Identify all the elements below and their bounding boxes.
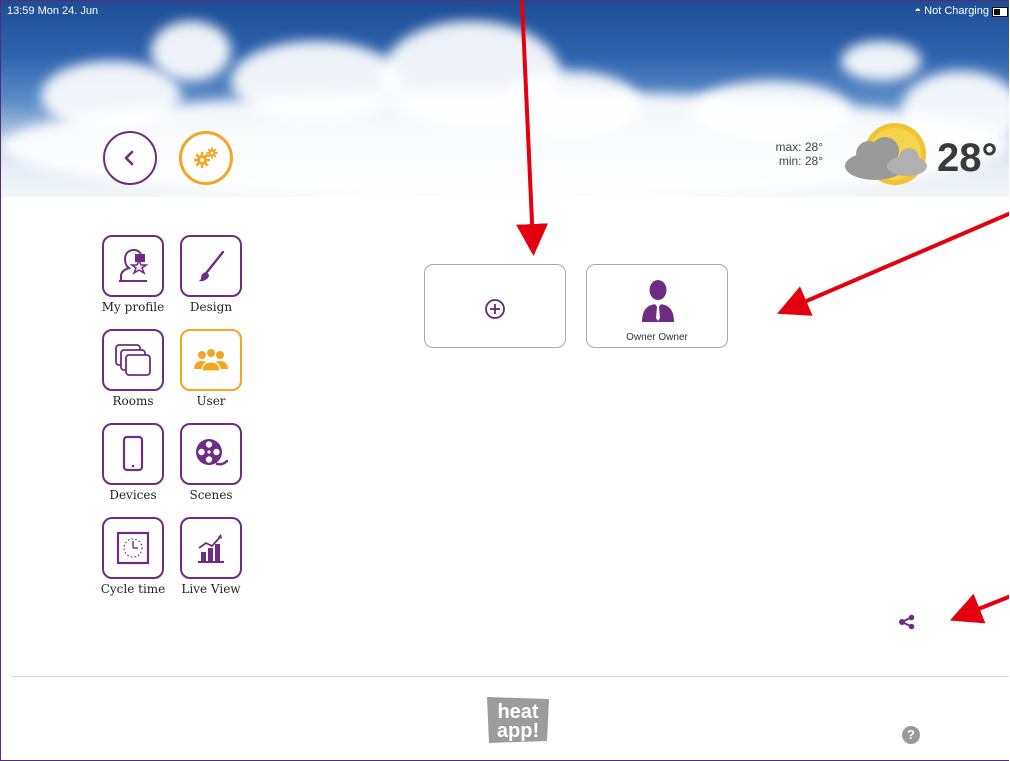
annotation-arrow-share: [949, 593, 1009, 624]
app-frame: 13:59 Mon 24. Jun ◓ Not Charging max: 28…: [0, 0, 1009, 761]
annotation-arrow-add: [516, 1, 549, 256]
annotation-arrows: [516, 1, 1009, 624]
annotation-arrow-user: [776, 211, 1009, 316]
